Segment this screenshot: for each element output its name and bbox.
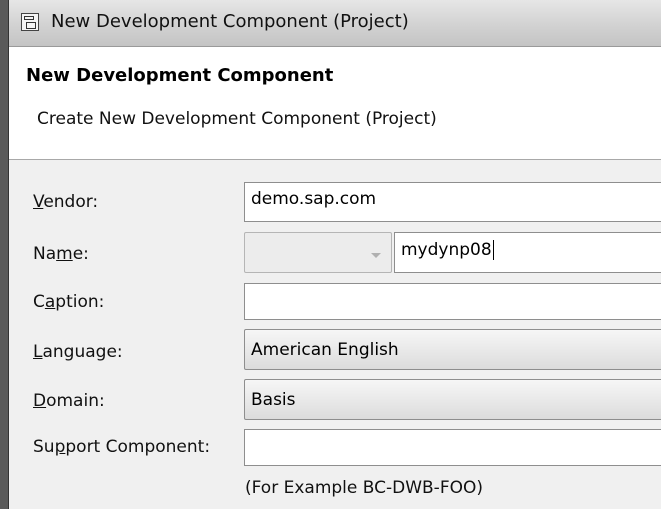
name-prefix-dropdown[interactable] [244, 232, 392, 273]
wizard-header: New Development Component Create New Dev… [9, 47, 661, 160]
language-label: Language: [33, 342, 123, 362]
title-bar[interactable]: New Development Component (Project) [9, 0, 661, 47]
page-title: New Development Component [26, 65, 334, 86]
text-cursor [492, 240, 494, 260]
caption-input[interactable] [244, 283, 661, 320]
window-title: New Development Component (Project) [51, 11, 409, 32]
wizard-window-icon [21, 13, 39, 31]
page-description: Create New Development Component (Projec… [37, 109, 437, 129]
caption-label: Caption: [33, 292, 105, 312]
language-dropdown[interactable]: American English [244, 329, 661, 370]
domain-value: Basis [251, 390, 296, 410]
name-input[interactable]: mydynp08 [394, 232, 661, 273]
vendor-label: Vendor: [33, 192, 99, 212]
chevron-down-icon [371, 253, 381, 258]
vendor-input[interactable]: demo.sap.com [244, 182, 661, 222]
vendor-value: demo.sap.com [251, 189, 377, 209]
support-component-input[interactable] [244, 429, 661, 466]
domain-dropdown[interactable]: Basis [244, 379, 661, 420]
component-form: Vendor: demo.sap.com Name: mydynp08 Capt… [9, 160, 661, 509]
language-value: American English [251, 340, 399, 360]
wizard-window: New Development Component (Project) New … [8, 0, 661, 509]
support-component-label: Support Component: [33, 437, 211, 457]
name-label: Name: [33, 244, 89, 264]
name-value: mydynp08 [401, 240, 492, 260]
support-component-hint: (For Example BC-DWB-FOO) [245, 478, 483, 498]
domain-label: Domain: [33, 391, 105, 411]
